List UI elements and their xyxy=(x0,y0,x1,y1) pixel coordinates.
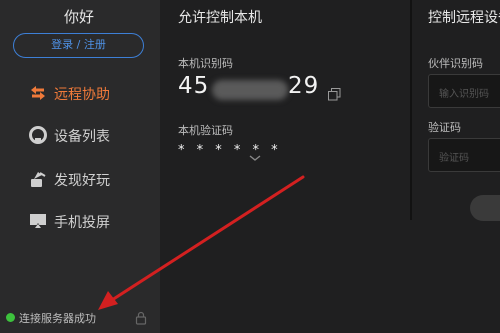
copy-icon[interactable] xyxy=(328,86,341,101)
machine-id-redaction xyxy=(212,80,288,100)
partner-id-placeholder: 输入识别码 xyxy=(439,89,489,100)
sidebar-item-label: 手机投屏 xyxy=(54,215,110,231)
sidebar-item-remote-assist[interactable]: 远程协助 xyxy=(0,78,160,108)
control-remote-panel: 控制远程设备 伙伴识别码 输入识别码 验证码 验证码 xyxy=(412,0,500,333)
partner-code-input[interactable]: 验证码 xyxy=(428,138,500,172)
machine-id-end: 29 xyxy=(288,73,320,99)
partner-code-label: 验证码 xyxy=(428,121,461,134)
control-remote-title: 控制远程设备 xyxy=(428,10,500,26)
sidebar-item-device-list[interactable]: 设备列表 xyxy=(0,120,160,150)
remote-assist-icon xyxy=(28,83,48,103)
sidebar-item-screen-cast[interactable]: 手机投屏 xyxy=(0,206,160,236)
sidebar-item-label: 远程协助 xyxy=(54,87,110,103)
discover-icon xyxy=(28,169,48,189)
lock-icon[interactable] xyxy=(134,310,148,325)
allow-control-title: 允许控制本机 xyxy=(178,10,262,26)
sidebar: 你好 登录 / 注册 远程协助 设备列表 发现好玩 手机投屏 连接服务器成功 xyxy=(0,0,160,333)
user-name: 你好 xyxy=(63,8,94,26)
status-indicator-dot xyxy=(6,313,15,322)
connect-button[interactable] xyxy=(470,195,500,221)
machine-id-start: 45 xyxy=(178,73,210,99)
sidebar-item-label: 发现好玩 xyxy=(54,173,110,189)
partner-code-placeholder: 验证码 xyxy=(439,153,469,164)
status-text: 连接服务器成功 xyxy=(19,312,96,325)
sidebar-item-discover[interactable]: 发现好玩 xyxy=(0,164,160,194)
chevron-down-icon[interactable] xyxy=(248,148,262,161)
verify-code-label: 本机验证码 xyxy=(178,124,233,137)
allow-control-panel: 允许控制本机 本机识别码 45 29 本机验证码 * * * * * * xyxy=(160,0,410,333)
device-list-icon xyxy=(28,125,48,145)
partner-id-label: 伙伴识别码 xyxy=(428,57,483,70)
partner-id-input[interactable]: 输入识别码 xyxy=(428,74,500,108)
verify-code-value: * * * * * * xyxy=(178,143,282,158)
sidebar-item-label: 设备列表 xyxy=(54,129,110,145)
machine-id-label: 本机识别码 xyxy=(178,57,233,70)
screen-cast-icon xyxy=(28,211,48,231)
login-register-button[interactable]: 登录 / 注册 xyxy=(13,33,144,58)
